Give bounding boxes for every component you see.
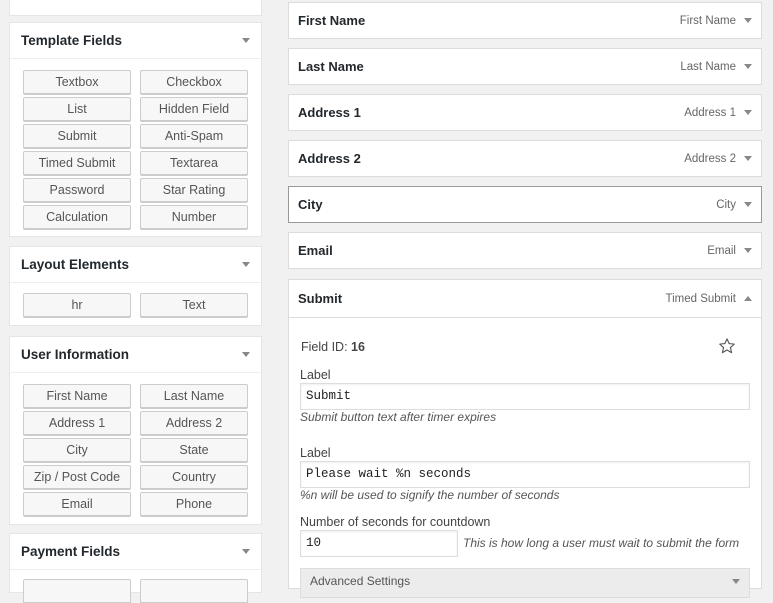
expand-arrow-icon[interactable] bbox=[744, 156, 752, 161]
add-address-2-button[interactable]: Address 2 bbox=[140, 411, 248, 435]
add-first-name-button[interactable]: First Name bbox=[23, 384, 131, 408]
field-label: City bbox=[298, 197, 323, 212]
payment-fields-box: Payment Fields bbox=[9, 533, 262, 603]
template-fields-title: Template Fields bbox=[21, 33, 123, 48]
add-calculation-button[interactable]: Calculation bbox=[23, 205, 131, 229]
collapse-arrow-icon[interactable] bbox=[242, 352, 250, 357]
layout-elements-box: Layout Elements hr Text bbox=[9, 246, 262, 326]
add-timed-submit-button[interactable]: Timed Submit bbox=[23, 151, 131, 175]
field-label: Submit bbox=[298, 291, 343, 306]
field-label: Last Name bbox=[298, 59, 364, 74]
add-number-button[interactable]: Number bbox=[140, 205, 248, 229]
countdown-input[interactable]: 10 bbox=[300, 530, 458, 557]
user-information-header[interactable]: User Information bbox=[10, 337, 261, 373]
template-fields-grid: Textbox Checkbox List Hidden Field Submi… bbox=[10, 59, 261, 229]
add-email-button[interactable]: Email bbox=[23, 492, 131, 516]
payment-fields-title: Payment Fields bbox=[21, 544, 121, 559]
field-id: Field ID: 16 bbox=[301, 340, 365, 354]
wait-text-input[interactable]: Please wait %n seconds bbox=[300, 461, 750, 488]
layout-elements-grid: hr Text bbox=[10, 283, 261, 317]
add-country-button[interactable]: Country bbox=[140, 465, 248, 489]
field-address-1[interactable]: Address 1 Address 1 bbox=[288, 94, 762, 131]
expand-arrow-icon[interactable] bbox=[744, 18, 752, 23]
add-textarea-button[interactable]: Textarea bbox=[140, 151, 248, 175]
submit-field-panel: Submit Timed Submit Field ID: 16 Label S… bbox=[288, 279, 762, 598]
field-type: First Name bbox=[679, 14, 736, 27]
star-icon[interactable] bbox=[718, 337, 736, 355]
collapse-arrow-icon[interactable] bbox=[242, 262, 250, 267]
submit-text-input[interactable]: Submit bbox=[300, 383, 750, 410]
collapse-arrow-icon[interactable] bbox=[744, 296, 752, 301]
add-password-button[interactable]: Password bbox=[23, 178, 131, 202]
field-label: Address 1 bbox=[298, 105, 361, 120]
layout-elements-title: Layout Elements bbox=[21, 257, 130, 272]
add-hr-button[interactable]: hr bbox=[23, 293, 131, 317]
add-anti-spam-button[interactable]: Anti-Spam bbox=[140, 124, 248, 148]
user-information-box: User Information First Name Last Name Ad… bbox=[9, 336, 262, 525]
field-type: Timed Submit bbox=[665, 292, 736, 305]
field-type: Last Name bbox=[680, 60, 736, 73]
add-zip-button[interactable]: Zip / Post Code bbox=[23, 465, 131, 489]
payment-fields-header[interactable]: Payment Fields bbox=[10, 534, 261, 570]
expand-arrow-icon[interactable] bbox=[744, 202, 752, 207]
layout-elements-header[interactable]: Layout Elements bbox=[10, 247, 261, 283]
expand-arrow-icon[interactable] bbox=[744, 110, 752, 115]
field-email[interactable]: Email Email bbox=[288, 232, 762, 269]
field-id-value: 16 bbox=[351, 340, 365, 354]
field-first-name[interactable]: First Name First Name bbox=[288, 2, 762, 39]
add-submit-button[interactable]: Submit bbox=[23, 124, 131, 148]
countdown-help-text: This is how long a user must wait to sub… bbox=[463, 536, 740, 550]
field-label: Address 2 bbox=[298, 151, 361, 166]
collapse-arrow-icon[interactable] bbox=[242, 38, 250, 43]
user-information-title: User Information bbox=[21, 347, 130, 362]
template-fields-header[interactable]: Template Fields bbox=[10, 23, 261, 59]
add-address-1-button[interactable]: Address 1 bbox=[23, 411, 131, 435]
field-last-name[interactable]: Last Name Last Name bbox=[288, 48, 762, 85]
add-last-name-button[interactable]: Last Name bbox=[140, 384, 248, 408]
field-type: Address 2 bbox=[684, 152, 736, 165]
field-id-label: Field ID: bbox=[301, 340, 348, 354]
wait-label-label: Label bbox=[300, 446, 331, 460]
submit-label-label: Label bbox=[300, 368, 331, 382]
field-type: Address 1 bbox=[684, 106, 736, 119]
advanced-settings-toggle[interactable]: Advanced Settings bbox=[300, 568, 750, 598]
add-state-button[interactable]: State bbox=[140, 438, 248, 462]
wait-help-text: %n will be used to signify the number of… bbox=[300, 488, 560, 502]
expand-arrow-icon bbox=[732, 579, 740, 584]
add-star-rating-button[interactable]: Star Rating bbox=[140, 178, 248, 202]
advanced-settings-label: Advanced Settings bbox=[310, 574, 411, 588]
add-phone-button[interactable]: Phone bbox=[140, 492, 248, 516]
field-city[interactable]: City City bbox=[288, 186, 762, 223]
add-text-button[interactable]: Text bbox=[140, 293, 248, 317]
add-list-button[interactable]: List bbox=[23, 97, 131, 121]
payment-fields-grid bbox=[10, 570, 261, 603]
field-type: Email bbox=[707, 244, 736, 257]
user-information-grid: First Name Last Name Address 1 Address 2… bbox=[10, 373, 261, 516]
field-type: City bbox=[716, 198, 736, 211]
add-checkbox-button[interactable]: Checkbox bbox=[140, 70, 248, 94]
submit-help-text: Submit button text after timer expires bbox=[300, 410, 497, 424]
field-label: First Name bbox=[298, 13, 366, 28]
template-fields-box: Template Fields Textbox Checkbox List Hi… bbox=[9, 22, 262, 237]
add-textbox-button[interactable]: Textbox bbox=[23, 70, 131, 94]
countdown-label: Number of seconds for countdown bbox=[300, 515, 491, 529]
expand-arrow-icon[interactable] bbox=[744, 64, 752, 69]
field-label: Email bbox=[298, 243, 333, 258]
submit-panel-header[interactable]: Submit Timed Submit bbox=[289, 280, 761, 318]
add-hidden-field-button[interactable]: Hidden Field bbox=[140, 97, 248, 121]
collapse-arrow-icon[interactable] bbox=[242, 549, 250, 554]
field-address-2[interactable]: Address 2 Address 2 bbox=[288, 140, 762, 177]
add-city-button[interactable]: City bbox=[23, 438, 131, 462]
previous-box bbox=[9, 0, 262, 16]
expand-arrow-icon[interactable] bbox=[744, 248, 752, 253]
